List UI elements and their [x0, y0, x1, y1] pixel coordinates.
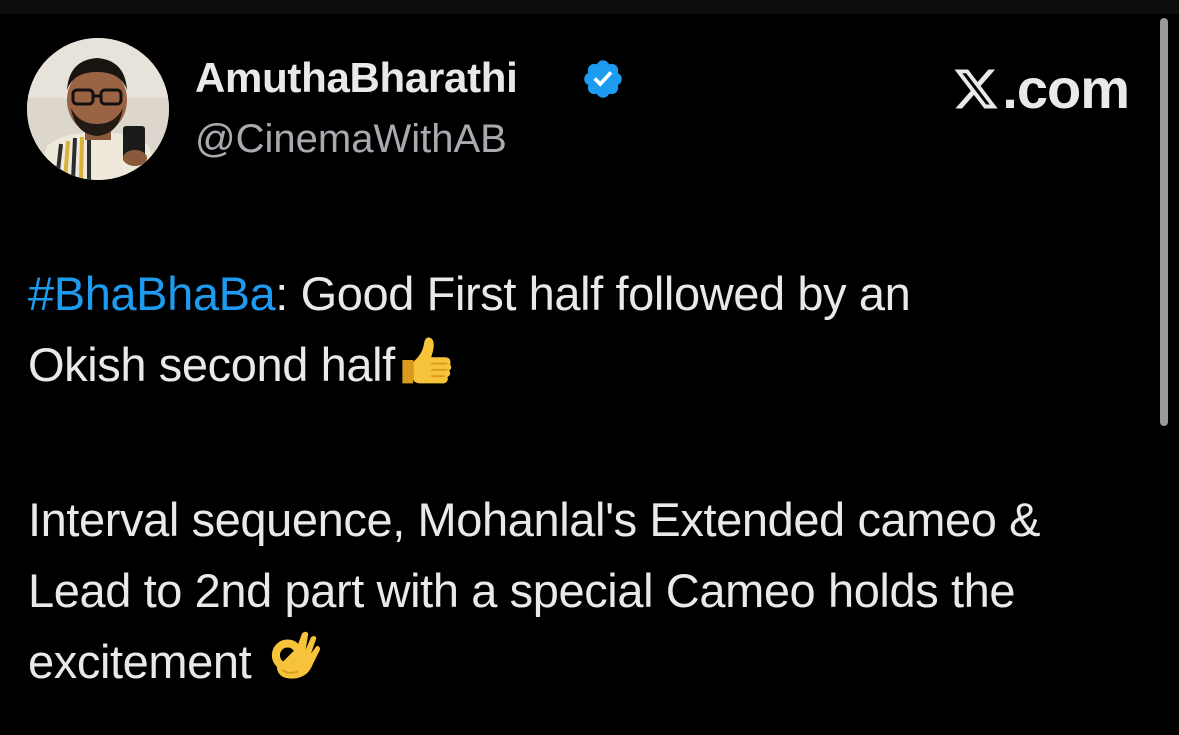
verified-badge-icon	[584, 60, 622, 98]
avatar-photo	[27, 38, 169, 180]
ok-hand-emoji	[271, 631, 320, 679]
tweet-line-1: : Good First half followed by an	[275, 267, 911, 320]
tweet-line-3: Interval sequence, Mohanlal's Extended c…	[28, 493, 1041, 688]
top-strip	[0, 0, 1179, 14]
brand-label: .com	[952, 56, 1130, 121]
handle[interactable]: @CinemaWithAB	[195, 117, 507, 162]
hashtag-link[interactable]: #BhaBhaBa	[28, 267, 276, 320]
scrollbar[interactable]	[1160, 18, 1168, 426]
tweet-text: #BhaBhaBa: Good First half followed by a…	[28, 258, 1138, 697]
avatar[interactable]	[27, 38, 169, 180]
x-logo-icon	[954, 69, 998, 108]
tweet-paragraph-1: #BhaBhaBa: Good First half followed by a…	[28, 258, 1138, 400]
brand-domain: .com	[1002, 57, 1130, 120]
tweet-paragraph-2: Interval sequence, Mohanlal's Extended c…	[28, 484, 1138, 697]
tweet-line-2: Okish second half	[28, 338, 395, 391]
thumbs-up-emoji	[402, 337, 452, 384]
display-name[interactable]: AmuthaBharathi	[195, 54, 518, 102]
